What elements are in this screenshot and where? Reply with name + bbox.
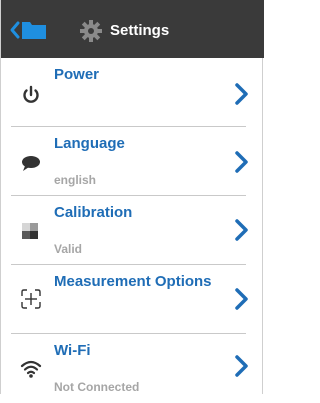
power-icon [23, 85, 39, 103]
crosshair-brackets-icon [21, 289, 41, 309]
chevron-right-icon [235, 355, 248, 377]
wifi-icon [20, 360, 42, 378]
settings-list: Power Language english Calibration Valid… [1, 58, 264, 403]
settings-item-value: english [54, 173, 97, 187]
chevron-right-icon [235, 151, 248, 173]
settings-item-title: Calibration [54, 204, 133, 221]
settings-item-value: Not Connected [54, 380, 140, 394]
gear-icon [80, 20, 102, 42]
settings-item-title: Measurement Options [54, 273, 212, 290]
back-button[interactable] [9, 18, 49, 42]
settings-item-wifi[interactable]: Wi-Fi Not Connected [1, 334, 264, 403]
calibration-squares-icon [22, 223, 38, 239]
settings-item-calibration[interactable]: Calibration Valid [1, 196, 264, 265]
settings-item-title: Power [54, 66, 100, 83]
settings-item-value: Valid [54, 242, 83, 256]
settings-screen: Settings Power Language english Calibrat… [0, 0, 264, 394]
chevron-right-icon [235, 288, 248, 310]
settings-item-measurement-options[interactable]: Measurement Options [1, 265, 264, 334]
chevron-right-icon [235, 219, 248, 241]
chevron-right-icon [235, 83, 248, 105]
settings-item-title: Wi-Fi [54, 342, 91, 359]
settings-item-power[interactable]: Power [1, 58, 264, 127]
header-bar: Settings [1, 0, 264, 58]
speech-bubble-icon [22, 156, 40, 171]
page-title: Settings [110, 22, 170, 39]
back-folder-icon [10, 21, 46, 39]
settings-item-title: Language [54, 135, 125, 152]
settings-item-language[interactable]: Language english [1, 127, 264, 196]
